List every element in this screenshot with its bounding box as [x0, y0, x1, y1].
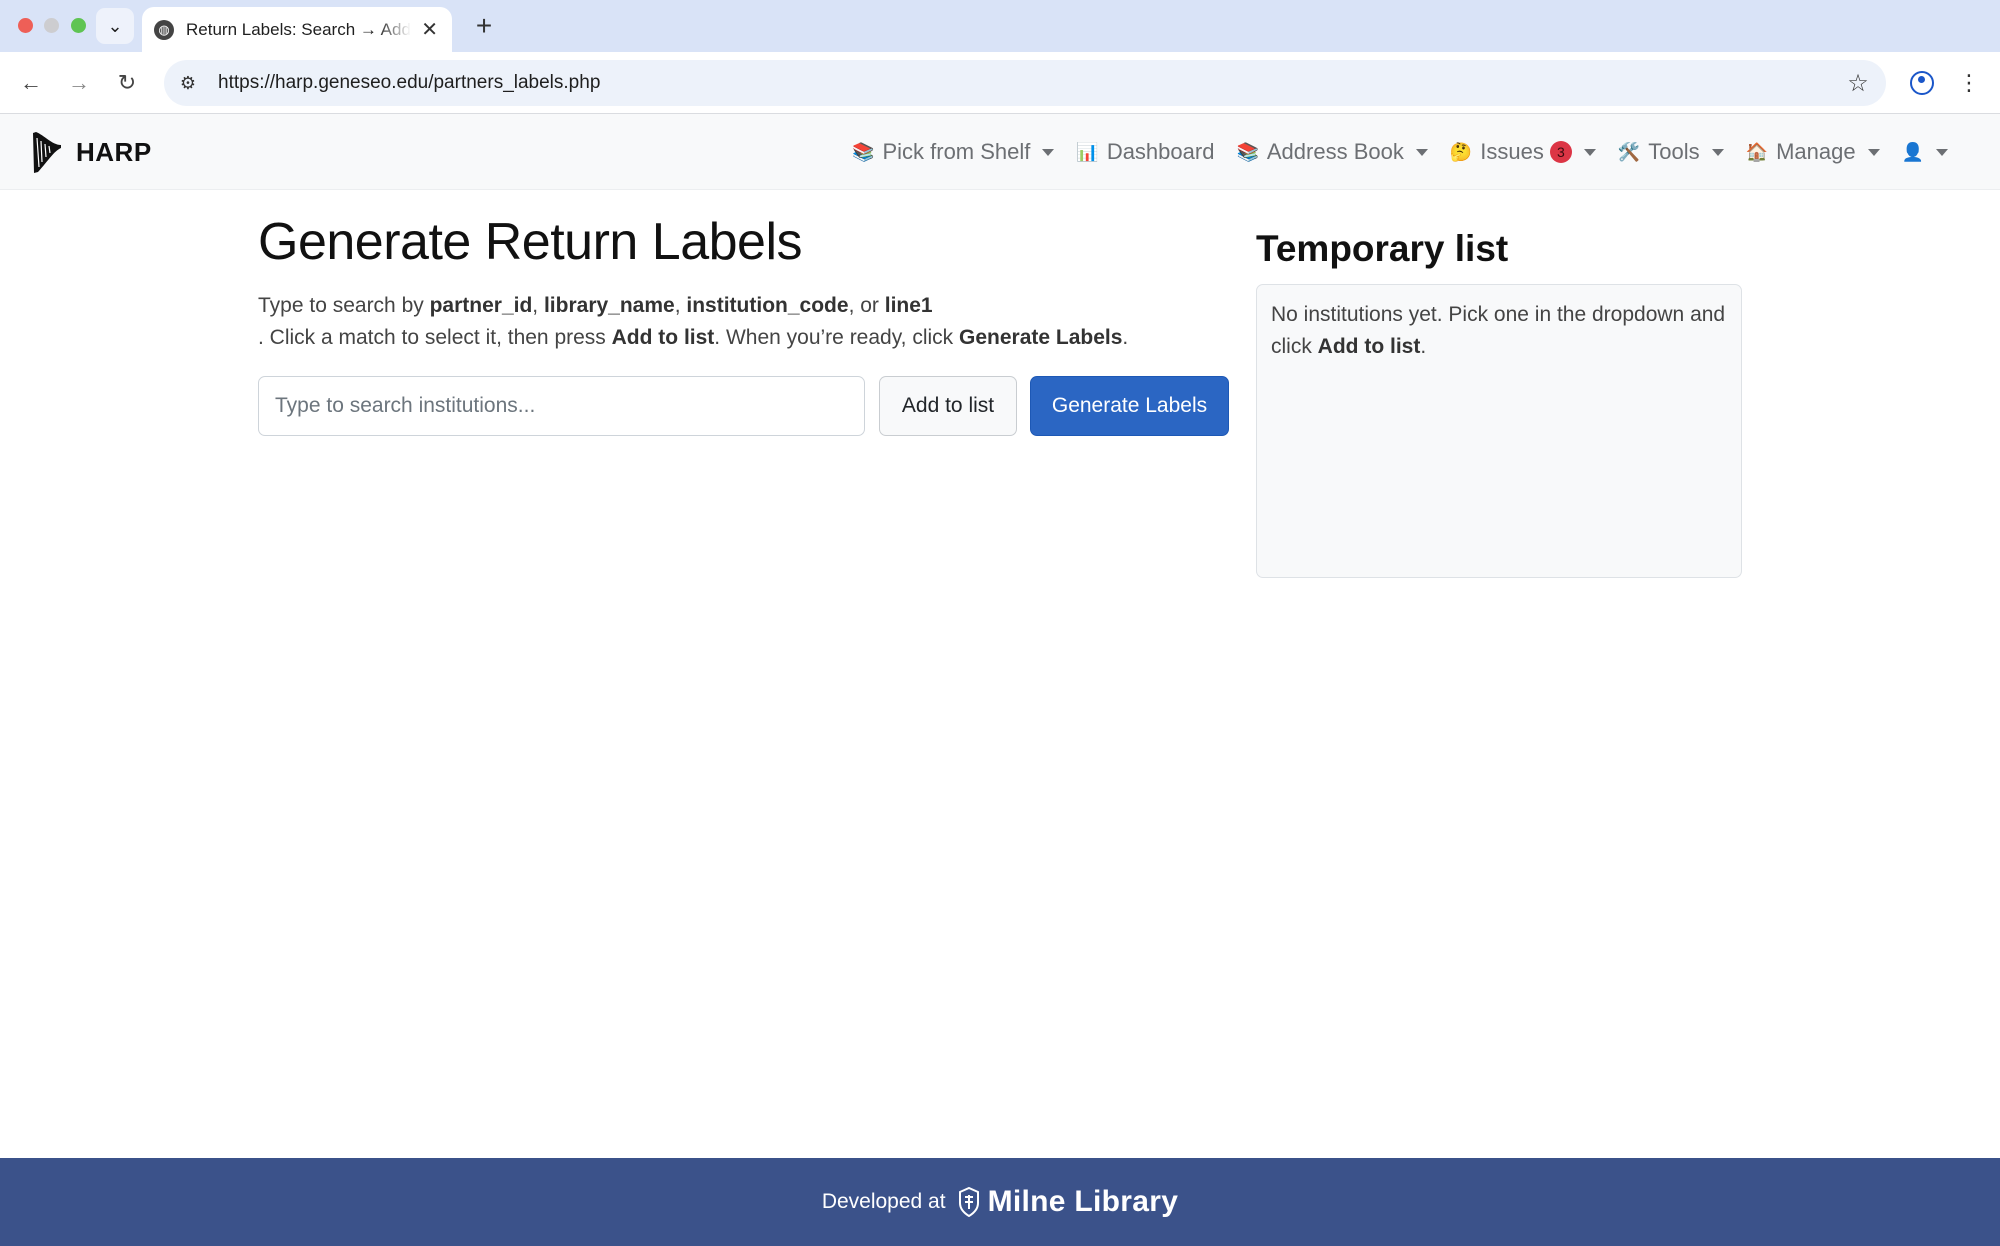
intro-text: . When you’re ready, click [714, 326, 959, 349]
field-name-partner-id: partner_id [429, 294, 533, 317]
nav-label: Pick from Shelf [882, 139, 1031, 164]
empty-list-message-end: . [1420, 335, 1427, 358]
instructions-text: Type to search by partner_id, library_na… [258, 290, 1238, 354]
field-name-library-name: library_name [543, 294, 675, 317]
site-footer: Developed at Milne Library [0, 1158, 2000, 1246]
temporary-list-panel: No institutions yet. Pick one in the dro… [1256, 284, 1742, 578]
address-bar[interactable]: ⚙ https://harp.geneseo.edu/partners_labe… [164, 60, 1886, 106]
caret-down-icon [1415, 148, 1428, 156]
nav-label: Tools [1648, 139, 1700, 164]
profile-icon [1910, 71, 1934, 95]
separator: , [674, 294, 687, 317]
caret-down-icon [1042, 148, 1055, 156]
tab-title: Return Labels: Search → Add [186, 19, 411, 39]
add-to-list-reference: Add to list [1317, 335, 1421, 358]
globe-icon: ◍ [154, 19, 174, 40]
field-name-institution-code: institution_code [686, 294, 849, 317]
intro-text: . [1122, 326, 1129, 349]
forward-button[interactable]: → [62, 66, 96, 100]
close-tab-icon[interactable]: ✕ [421, 17, 438, 42]
institution-search-input[interactable] [258, 376, 865, 436]
nav-label: Issues [1480, 139, 1544, 164]
books-icon: 📚 [852, 141, 875, 162]
generate-labels-reference: Generate Labels [959, 326, 1123, 349]
caret-down-icon [1583, 148, 1596, 156]
arrow-right-icon: → [68, 70, 90, 95]
browser-toolbar: ← → ↻ ⚙ https://harp.geneseo.edu/partner… [0, 52, 2000, 114]
profile-button[interactable] [1904, 65, 1940, 101]
bar-chart-icon: 📊 [1076, 141, 1099, 162]
intro-text: Type to search by [258, 294, 430, 317]
new-tab-button[interactable]: + [466, 9, 502, 43]
caret-down-icon [1711, 148, 1724, 156]
nav-label: Dashboard [1106, 139, 1215, 164]
add-to-list-button[interactable]: Add to list [879, 376, 1017, 436]
milne-library-text: Milne Library [987, 1185, 1179, 1218]
developed-at-text: Developed at [821, 1190, 946, 1213]
browser-tab-active[interactable]: ◍ Return Labels: Search → Add ✕ [142, 7, 452, 52]
kebab-menu-icon: ⋮ [1958, 70, 1980, 95]
add-to-list-reference: Add to list [611, 326, 715, 349]
arrow-left-icon: ← [20, 70, 42, 95]
brand-link[interactable]: HARP [28, 126, 152, 178]
house-icon: 🏠 [1745, 141, 1769, 162]
brand-name: HARP [76, 136, 152, 167]
browser-menu-button[interactable]: ⋮ [1952, 65, 1986, 101]
separator: , [532, 294, 544, 317]
generate-labels-button[interactable]: Generate Labels [1030, 376, 1229, 436]
nav-tools[interactable]: 🛠️ Tools [1618, 139, 1724, 165]
reload-icon: ↻ [117, 70, 137, 95]
browser-tabstrip: ⌄ ◍ Return Labels: Search → Add ✕ + [0, 0, 2000, 52]
site-settings-icon[interactable]: ⚙ [172, 67, 204, 99]
nav-issues[interactable]: 🤔 Issues 3 [1450, 139, 1596, 165]
bookmark-star-icon[interactable]: ☆ [1840, 69, 1876, 98]
reload-button[interactable]: ↻ [110, 66, 144, 100]
url-text[interactable]: https://harp.geneseo.edu/partners_labels… [218, 72, 1840, 94]
site-navbar: HARP 📚 Pick from Shelf 📊 Dashboard 📚 Add… [0, 114, 2000, 190]
nav-pick-from-shelf[interactable]: 📚 Pick from Shelf [852, 139, 1055, 165]
caret-down-icon [1936, 148, 1948, 156]
milne-shield-icon [958, 1187, 979, 1217]
minimize-window-button[interactable] [44, 18, 59, 33]
tab-search-button[interactable]: ⌄ [96, 8, 134, 44]
page-title: Generate Return Labels [258, 213, 803, 271]
tools-icon: 🛠️ [1617, 141, 1641, 162]
nav-manage[interactable]: 🏠 Manage [1746, 139, 1880, 165]
nav-dashboard[interactable]: 📊 Dashboard [1076, 139, 1214, 165]
temporary-list-title: Temporary list [1256, 228, 1509, 269]
nav-address-book[interactable]: 📚 Address Book [1236, 139, 1428, 165]
user-icon: 👤 [1901, 141, 1924, 162]
nav-user-menu[interactable]: 👤 [1902, 142, 1948, 163]
maximize-window-button[interactable] [71, 18, 86, 33]
field-name-line1: line1 [884, 294, 933, 317]
nav-label: Address Book [1266, 139, 1404, 164]
books-icon: 📚 [1236, 141, 1259, 162]
nav-label: Manage [1776, 139, 1856, 164]
intro-text: . Click a match to select it, then press [258, 326, 612, 349]
harp-icon [33, 132, 61, 173]
close-window-button[interactable] [18, 18, 33, 33]
back-button[interactable]: ← [14, 66, 48, 100]
chevron-down-icon: ⌄ [107, 15, 123, 36]
thinking-face-icon: 🤔 [1449, 141, 1473, 162]
nav-menu: 📚 Pick from Shelf 📊 Dashboard 📚 Address … [830, 114, 1948, 190]
issues-count-badge: 3 [1549, 141, 1572, 163]
separator: , or [848, 294, 885, 317]
milne-library-logo[interactable]: Milne Library [958, 1185, 1179, 1219]
caret-down-icon [1867, 148, 1880, 156]
